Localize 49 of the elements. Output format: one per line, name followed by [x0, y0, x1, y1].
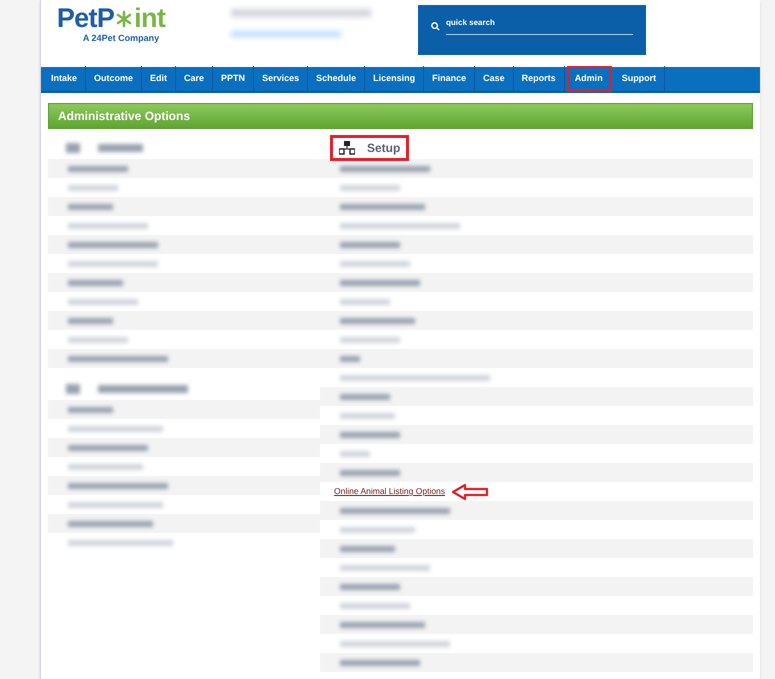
- blurred-text-bar: [340, 298, 390, 304]
- blurred-text-bar: [340, 584, 400, 590]
- star-icon: [115, 8, 134, 28]
- nav-tab[interactable]: Reports: [514, 66, 565, 92]
- blurred-icon: [66, 384, 80, 394]
- blurred-text-bar: [98, 144, 143, 152]
- logo-text: int: [134, 5, 166, 32]
- nav-tab[interactable]: Schedule: [308, 66, 366, 92]
- blurred-text-bar: [68, 166, 128, 172]
- search-icon: [431, 22, 440, 30]
- nav-tab[interactable]: PPTN: [213, 66, 254, 92]
- blurred-text-bar: [340, 602, 410, 608]
- blurred-text-bar: [68, 184, 118, 190]
- blurred-text-bar: [340, 242, 400, 248]
- blurred-text-bar: [68, 336, 128, 342]
- nav-tab[interactable]: Licensing: [365, 66, 424, 92]
- blurred-text-bar: [340, 546, 395, 552]
- blurred-text-bar: [68, 406, 113, 412]
- blurred-text-bar: [340, 356, 360, 362]
- logo-text: PetP: [56, 5, 114, 32]
- nav-tab[interactable]: Edit: [142, 66, 176, 92]
- search-box[interactable]: quick search: [418, 5, 646, 55]
- blurred-text-bar: [340, 184, 400, 190]
- blurred-text-bar: [68, 318, 113, 324]
- blurred-text-bar: [68, 298, 138, 304]
- nav-tab[interactable]: Admin: [566, 66, 612, 92]
- section-header: Administrative Options: [48, 103, 753, 129]
- nav-tab[interactable]: Care: [176, 66, 214, 92]
- nav-tab[interactable]: Support: [614, 66, 666, 92]
- logo-tagline: A 24Pet Company: [82, 32, 160, 45]
- blurred-text-bar: [340, 470, 400, 476]
- listing-options-link[interactable]: Online Animal Listing Options: [334, 485, 446, 498]
- blurred-text-bar: [340, 260, 410, 266]
- blurred-text-bar: [68, 204, 113, 210]
- nav-tab[interactable]: Intake: [43, 66, 86, 92]
- blurred-text-bar: [68, 280, 123, 286]
- blurred-text-bar: [340, 394, 390, 400]
- nav-tab[interactable]: Services: [254, 66, 308, 92]
- blurred-icon: [66, 143, 80, 153]
- blurred-text-bar: [340, 450, 370, 456]
- blurred-text-bar: [340, 432, 400, 438]
- setup-heading: Setup: [330, 135, 410, 161]
- nav-tab[interactable]: Case: [475, 66, 514, 92]
- network-icon: [339, 141, 355, 155]
- nav-tab[interactable]: Outcome: [86, 66, 142, 92]
- blurred-text-bar: [340, 336, 400, 342]
- blurred-text-bar: [340, 412, 395, 418]
- search-field[interactable]: quick search: [446, 17, 633, 35]
- nav-tab[interactable]: Finance: [424, 66, 476, 92]
